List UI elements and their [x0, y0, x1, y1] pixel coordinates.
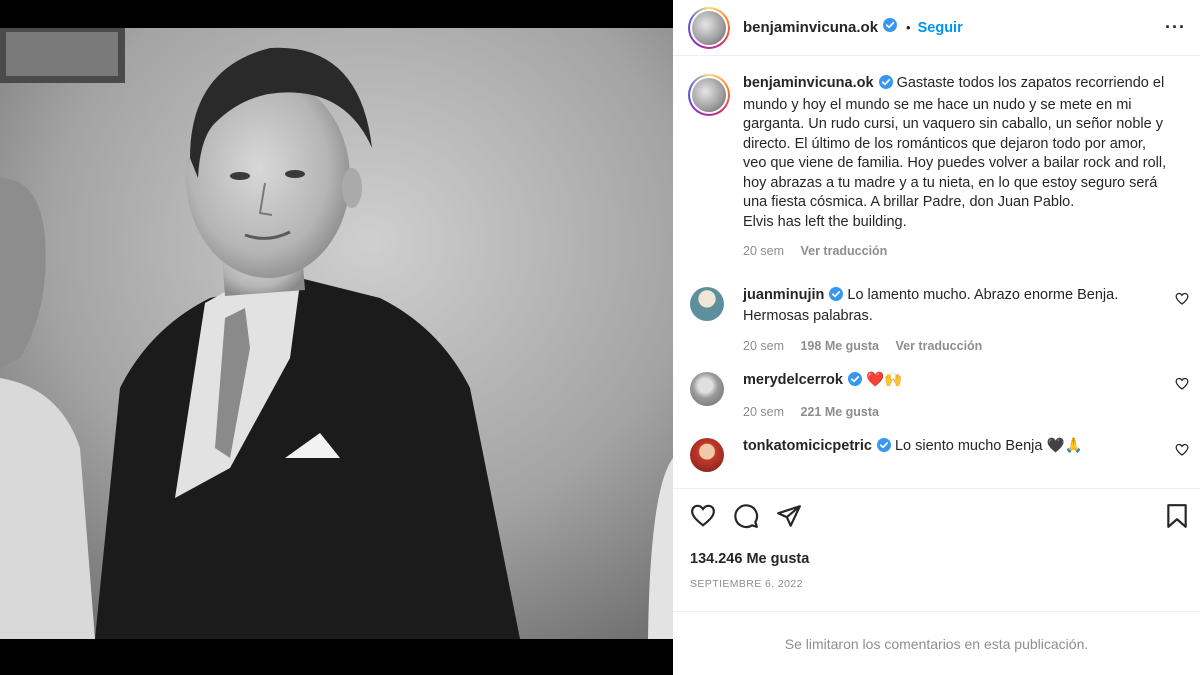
- verified-badge-icon: [847, 372, 862, 393]
- comments-list[interactable]: benjaminvicuna.ok Gastaste todos los zap…: [673, 57, 1200, 489]
- commenter-avatar[interactable]: [690, 372, 724, 406]
- post-photo[interactable]: [0, 28, 673, 639]
- caption-body: Gastaste todos los zapatos recorriendo e…: [743, 75, 1167, 210]
- post-actions-bar: [673, 503, 1200, 539]
- caption-author-avatar[interactable]: [688, 74, 730, 116]
- heart-icon[interactable]: [690, 503, 716, 532]
- verified-badge-icon: [883, 18, 898, 37]
- caption-closing-line: Elvis has left the building.: [743, 213, 907, 230]
- author-avatar[interactable]: [688, 6, 730, 49]
- bookmark-icon[interactable]: [1166, 503, 1188, 534]
- post-caption: benjaminvicuna.ok Gastaste todos los zap…: [673, 57, 1200, 262]
- comments-limited-notice: Se limitaron los comentarios en esta pub…: [673, 611, 1200, 675]
- caption-time: 20 sem: [743, 244, 784, 258]
- share-icon[interactable]: [776, 503, 802, 534]
- commenter-avatar[interactable]: [690, 438, 724, 472]
- header-separator: •: [906, 20, 911, 35]
- follow-button[interactable]: Seguir: [918, 20, 963, 36]
- verified-badge-icon: [876, 438, 891, 459]
- comment-meta: 20 sem 198 Me gusta Ver traducción: [743, 337, 1153, 357]
- caption-username[interactable]: benjaminvicuna.ok: [743, 75, 874, 91]
- post-media-pane: [0, 0, 673, 675]
- comment-meta: 20 sem 221 Me gusta: [743, 403, 1153, 423]
- author-username[interactable]: benjaminvicuna.ok: [743, 19, 878, 36]
- commenter-username[interactable]: tonkatomicicpetric: [743, 438, 872, 454]
- caption-translate-link[interactable]: Ver traducción: [800, 244, 887, 258]
- commenter-username[interactable]: juanminujin: [743, 287, 824, 303]
- comment-like-heart-icon[interactable]: [1175, 443, 1189, 461]
- comment-translate-link[interactable]: Ver traducción: [895, 339, 982, 353]
- comment-text: Lo siento mucho Benja 🖤🙏: [894, 438, 1083, 454]
- comment-item: tonkatomicicpetric Lo siento mucho Benja…: [673, 437, 1200, 472]
- verified-badge-icon: [878, 75, 893, 96]
- post-header: benjaminvicuna.ok • Seguir ···: [673, 0, 1200, 56]
- comment-time: 20 sem: [743, 338, 784, 353]
- comment-likes[interactable]: 198 Me gusta: [800, 339, 879, 353]
- comment-item: juanminujin Lo lamento mucho. Abrazo eno…: [673, 286, 1200, 357]
- caption-text: benjaminvicuna.ok Gastaste todos los zap…: [743, 74, 1173, 213]
- verified-badge-icon: [829, 286, 844, 308]
- commenter-avatar[interactable]: [690, 286, 724, 321]
- post-likes-count[interactable]: 134.246 Me gusta: [690, 551, 809, 567]
- comment-like-heart-icon[interactable]: [1175, 292, 1189, 310]
- post-date: Septiembre 6, 2022: [690, 578, 803, 590]
- caption-meta: 20 sem Ver traducción: [743, 242, 1173, 262]
- comment-like-heart-icon[interactable]: [1175, 377, 1189, 395]
- comment-item: merydelcerrok ❤️🙌 20 sem 221 Me gusta: [673, 371, 1200, 422]
- instagram-post-view: benjaminvicuna.ok • Seguir ··· benjaminv…: [0, 0, 1200, 675]
- commenter-username[interactable]: merydelcerrok: [743, 372, 843, 388]
- post-side-panel: benjaminvicuna.ok • Seguir ··· benjaminv…: [673, 0, 1200, 675]
- comment-text: ❤️🙌: [865, 372, 903, 388]
- more-options-icon[interactable]: ···: [1165, 17, 1186, 38]
- comment-likes[interactable]: 221 Me gusta: [800, 405, 879, 419]
- comment-icon[interactable]: [733, 503, 759, 534]
- comment-time: 20 sem: [743, 404, 784, 419]
